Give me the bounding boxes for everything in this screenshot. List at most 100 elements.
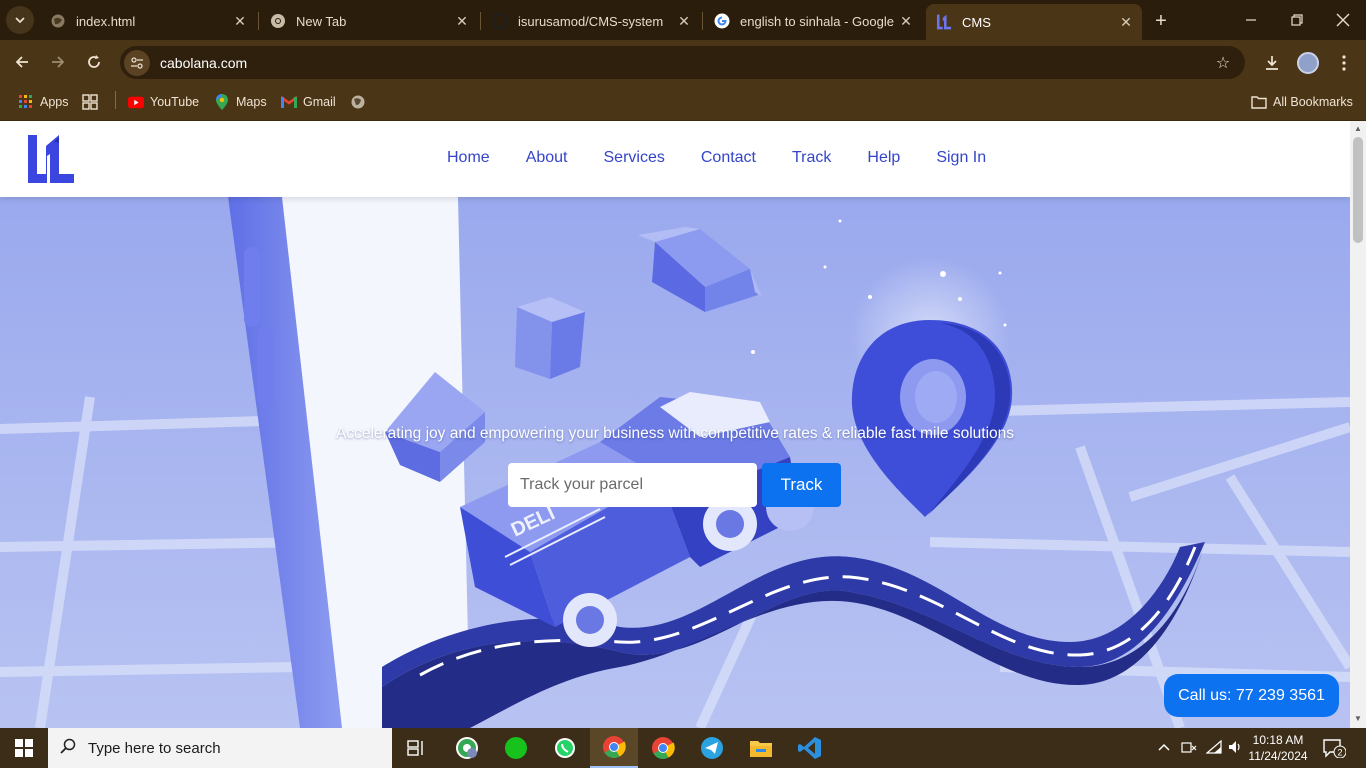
tab-title: CMS [962, 14, 991, 30]
page-viewport: Home About Services Contact Track Help S… [0, 121, 1350, 728]
file-explorer-icon[interactable] [737, 728, 785, 768]
tab-cms[interactable]: CMS ✕ [926, 4, 1142, 40]
bookmark-apps[interactable]: Apps [18, 92, 69, 112]
close-tab-icon[interactable]: ✕ [230, 11, 250, 31]
chrome-icon [270, 13, 286, 29]
bookmark-gmail[interactable]: Gmail [281, 92, 336, 112]
bookmark-label: Maps [236, 95, 267, 109]
all-bookmarks[interactable]: All Bookmarks [1251, 92, 1353, 112]
box-small [515, 297, 585, 379]
bookmark-star-icon[interactable]: ☆ [1209, 53, 1237, 73]
address-bar[interactable]: cabolana.com ☆ [120, 46, 1245, 79]
scroll-down-arrow-icon[interactable]: ▼ [1353, 714, 1363, 724]
bookmark-divider [115, 91, 116, 109]
globe-icon [50, 13, 66, 29]
nav-services-link[interactable]: Services [604, 149, 665, 167]
site-header: Home About Services Contact Track Help S… [0, 121, 1350, 197]
tab-strip: index.html ✕ New Tab ✕ isurusamod/CMS-sy… [0, 0, 1366, 40]
search-icon [48, 738, 88, 759]
nav-help-link[interactable]: Help [867, 149, 900, 167]
close-tab-icon[interactable]: ✕ [896, 11, 916, 31]
bookmark-youtube[interactable]: YouTube [128, 92, 199, 112]
tab-github[interactable]: isurusamod/CMS-system ✕ [482, 6, 700, 36]
call-us-button[interactable]: Call us: 77 239 3561 [1164, 674, 1339, 717]
whatsapp-icon[interactable] [541, 728, 589, 768]
tab-divider [480, 12, 481, 30]
browser-toolbar: cabolana.com ☆ [0, 40, 1366, 84]
site-logo[interactable] [27, 134, 75, 184]
track-form: Track [508, 463, 841, 507]
back-arrow-icon[interactable] [8, 48, 36, 76]
telegram-icon[interactable] [688, 728, 736, 768]
clock-time: 10:18 AM [1252, 733, 1304, 747]
hero-tagline: Accelerating joy and empowering your bus… [335, 425, 1015, 442]
chrome-profile-icon[interactable] [443, 728, 491, 768]
tab-google-translate[interactable]: english to sinhala - Google S ✕ [704, 6, 922, 36]
volume-icon[interactable] [1228, 740, 1244, 757]
clock-date: 11/24/2024 [1248, 749, 1308, 763]
reload-icon[interactable] [80, 48, 108, 76]
nav-contact-link[interactable]: Contact [701, 149, 756, 167]
bookmark-globe[interactable] [350, 92, 372, 112]
folder-icon [1251, 94, 1267, 110]
nav-track-link[interactable]: Track [792, 149, 831, 167]
tab-index-html[interactable]: index.html ✕ [40, 6, 256, 36]
chrome-icon[interactable] [590, 728, 638, 768]
main-nav: Home About Services Contact Track Help S… [447, 149, 1022, 167]
bookmark-tab-groups[interactable] [82, 92, 104, 112]
apps-grid-icon [18, 94, 34, 110]
task-view-icon[interactable] [392, 728, 440, 768]
gmail-icon [281, 94, 297, 110]
url-text[interactable]: cabolana.com [160, 55, 1209, 71]
close-tab-icon[interactable]: ✕ [674, 11, 694, 31]
tab-search-chevron-icon[interactable] [6, 6, 34, 34]
bookmarks-bar: Apps YouTube Maps Gmail All Bookmarks [0, 84, 1366, 121]
all-bookmarks-label: All Bookmarks [1273, 95, 1353, 109]
scroll-up-arrow-icon[interactable]: ▲ [1353, 124, 1363, 134]
github-icon [492, 13, 508, 29]
forward-arrow-icon[interactable] [44, 48, 72, 76]
bookmark-label: Gmail [303, 95, 336, 109]
close-tab-icon[interactable]: ✕ [452, 11, 472, 31]
keyboard-ime-icon[interactable] [1181, 740, 1197, 757]
hero-section: DELI Accelerating joy and empowering you… [0, 197, 1350, 728]
notification-count: 2 [1337, 748, 1342, 758]
notification-center-icon[interactable]: 2 [1322, 738, 1347, 759]
close-tab-icon[interactable]: ✕ [1116, 12, 1136, 32]
taskbar-clock[interactable]: 10:18 AM 11/24/2024 [1246, 732, 1310, 764]
tab-groups-icon [82, 94, 98, 110]
tray-chevron-up-icon[interactable] [1158, 740, 1170, 755]
windows-taskbar: Type here to search 10:18 AM 11/24/2024 [0, 728, 1366, 768]
globe-icon [350, 94, 366, 110]
windows-start-icon[interactable] [0, 728, 48, 768]
new-tab-plus-icon[interactable]: + [1148, 8, 1174, 34]
wifi-icon[interactable] [1205, 739, 1222, 757]
minimize-icon[interactable] [1228, 6, 1274, 34]
nav-home-link[interactable]: Home [447, 149, 490, 167]
green-circle-app-icon[interactable] [492, 728, 540, 768]
cms-logo-icon [936, 14, 952, 30]
close-window-icon[interactable] [1320, 6, 1366, 34]
taskbar-search-box[interactable]: Type here to search [48, 728, 392, 768]
track-parcel-input[interactable] [508, 463, 757, 507]
nav-signin-link[interactable]: Sign In [936, 149, 986, 167]
tab-title: index.html [76, 13, 136, 29]
site-settings-icon[interactable] [124, 49, 150, 76]
taskbar-search-placeholder: Type here to search [88, 739, 221, 757]
menu-kebab-icon[interactable] [1331, 50, 1357, 76]
bookmark-maps[interactable]: Maps [214, 92, 267, 112]
tab-divider [702, 12, 703, 30]
vscode-icon[interactable] [786, 728, 834, 768]
chrome-icon[interactable] [639, 728, 687, 768]
page-scrollbar[interactable]: ▲ ▼ [1350, 121, 1366, 728]
tab-new-tab[interactable]: New Tab ✕ [260, 6, 478, 36]
maps-icon [214, 94, 230, 110]
download-icon[interactable] [1259, 50, 1285, 76]
scrollbar-thumb[interactable] [1353, 137, 1363, 243]
tab-title: english to sinhala - Google S [740, 13, 896, 29]
track-button[interactable]: Track [762, 463, 841, 507]
nav-about-link[interactable]: About [526, 149, 568, 167]
profile-avatar-icon[interactable] [1295, 50, 1321, 76]
restore-icon[interactable] [1274, 6, 1320, 34]
youtube-icon [128, 94, 144, 110]
